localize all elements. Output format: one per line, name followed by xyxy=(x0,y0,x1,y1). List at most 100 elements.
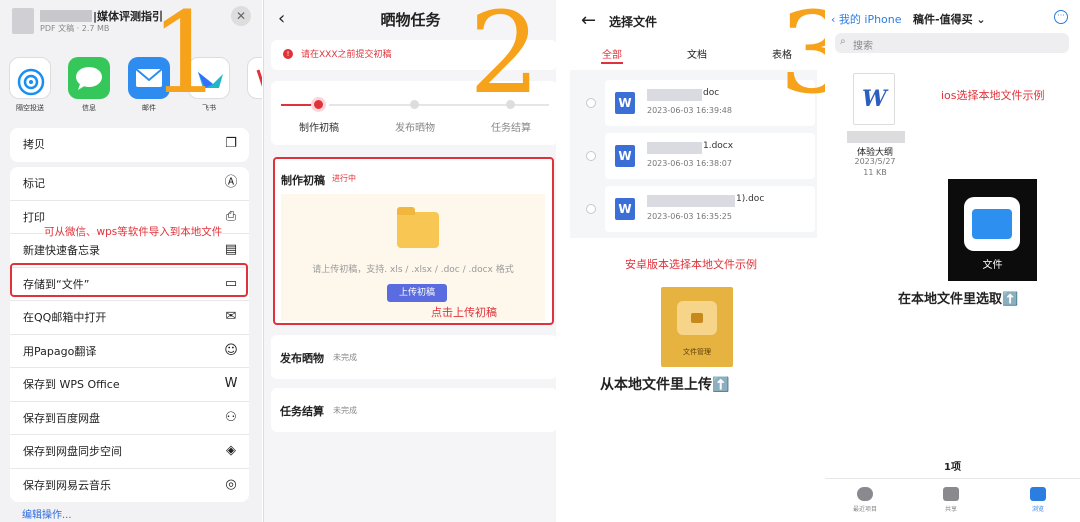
close-button[interactable]: ✕ xyxy=(231,6,251,26)
section-title: 任务结算 xyxy=(280,405,324,418)
file-date: 2023-06-03 16:39:48 xyxy=(647,106,732,115)
section-settlement[interactable]: 任务结算 未完成 xyxy=(271,388,556,432)
file-name-suffix: doc xyxy=(703,88,720,98)
blurred-filename xyxy=(847,131,905,143)
menu-item-save-to-files[interactable]: 存储到“文件” ▭ xyxy=(10,268,249,301)
caption-pick-from-local: 在本地文件里选取⬆️ xyxy=(898,292,1019,307)
tab-all[interactable]: 全部 xyxy=(602,46,622,61)
word-file-icon: W xyxy=(615,198,635,220)
copy-icon: ❐ xyxy=(225,136,237,151)
step-number-3: 3 xyxy=(779,0,825,119)
menu-group-copy: 拷贝 ❐ xyxy=(10,128,249,162)
folder-title[interactable]: 稿件-值得买 ⌄ xyxy=(913,11,986,27)
shared-folder-icon xyxy=(943,487,959,501)
print-icon: ⎙ xyxy=(225,208,237,224)
annotation-click-upload: 点击上传初稿 xyxy=(431,306,497,319)
menu-item-label: 拷贝 xyxy=(23,138,45,151)
app-label: WP xyxy=(238,103,262,111)
file-name-suffix: 1).doc xyxy=(736,194,765,204)
caption-upload-from-local: 从本地文件里上传⬆️ xyxy=(600,377,730,393)
menu-item-copy[interactable]: 拷贝 ❐ xyxy=(10,128,249,162)
step-label[interactable]: 任务结算 xyxy=(491,119,531,134)
browse-folder-icon xyxy=(1030,487,1046,501)
blurred-filename xyxy=(647,142,702,154)
active-tab-indicator xyxy=(601,62,623,64)
menu-item-papago[interactable]: 用Papago翻译 ☺ xyxy=(10,335,249,368)
folder-icon xyxy=(397,207,439,248)
edit-actions-link[interactable]: 编辑操作... xyxy=(22,506,72,521)
blurred-filename xyxy=(647,89,702,101)
clock-icon xyxy=(857,487,873,501)
markup-icon: Ⓐ xyxy=(224,175,238,190)
document-date: 2023/5/27 xyxy=(854,157,896,166)
word-file-icon: W xyxy=(615,145,635,167)
annotation-import: 可从微信、wps等软件导入到本地文件 xyxy=(44,224,223,239)
baidu-pan-icon: ⚇ xyxy=(225,409,237,425)
menu-item-quick-note[interactable]: 新建快速备忘录 ▤ xyxy=(10,234,249,268)
status-badge: 进行中 xyxy=(332,174,356,183)
airdrop-icon xyxy=(9,57,51,99)
tab-label: 最近项目 xyxy=(852,506,877,513)
back-arrow-icon[interactable]: ← xyxy=(581,10,596,31)
section-title: 发布晒物 xyxy=(280,352,324,365)
menu-item-label: 存储到“文件” xyxy=(23,277,90,291)
menu-item-wps-office[interactable]: 保存到 WPS Office W xyxy=(10,368,249,402)
share-sheet-header: |媒体评测指引 PDF 文稿 · 2.7 MB ✕ xyxy=(0,0,262,44)
menu-item-markup[interactable]: 标记 Ⓐ xyxy=(10,167,249,201)
section-status: 未完成 xyxy=(333,406,357,415)
messages-icon xyxy=(68,57,110,99)
tab-recents[interactable]: 最近项目 xyxy=(845,487,885,513)
upload-area[interactable]: 请上传初稿，支持. xls / .xlsx / .doc / .docx 格式 … xyxy=(281,194,545,321)
menu-item-baidu-pan[interactable]: 保存到百度网盘 ⚇ xyxy=(10,402,249,435)
file-thumbnail xyxy=(12,8,34,34)
share-app-row: 隔空投送 信息 邮件 飞书 WP xyxy=(0,52,262,120)
step-dot-active xyxy=(314,100,323,109)
step-number-1: 1 xyxy=(150,0,222,119)
menu-item-label: 在QQ邮箱中打开 xyxy=(23,311,107,324)
menu-item-netease-music[interactable]: 保存到网易云音乐 ◎ xyxy=(10,469,249,503)
word-document-icon[interactable]: W xyxy=(853,73,895,125)
tab-documents[interactable]: 文档 xyxy=(687,46,707,61)
menu-group-actions: 标记 Ⓐ 打印 ⎙ 新建快速备忘录 ▤ 存储到“文件” ▭ 在QQ邮箱中打开 ✉ 用Pap… xyxy=(10,167,249,502)
step-label[interactable]: 制作初稿 xyxy=(299,119,339,134)
menu-item-open-qq-mail[interactable]: 在QQ邮箱中打开 ✉ xyxy=(10,301,249,335)
file-name-suffix: 1.docx xyxy=(703,141,734,151)
app-label: 信息 xyxy=(82,104,96,112)
ios-files-panel: ‹ 我的 iPhone 稿件-值得买 ⌄ ··· ⌕ 搜索 W 体验大纲 202… xyxy=(825,0,1080,522)
files-app-icon: 文件 xyxy=(948,179,1037,281)
app-label: 隔空投送 xyxy=(16,104,44,112)
menu-item-label: 保存到网盘同步空间 xyxy=(23,445,122,458)
tab-shared[interactable]: 共享 xyxy=(931,487,971,513)
file-manager-app-icon: 文件管理 xyxy=(661,287,733,367)
document-size: 11 KB xyxy=(863,168,887,177)
android-file-picker-panel: ← 选择文件 全部 文档 表格 W doc 2023-06-03 16:39:4… xyxy=(557,0,825,522)
menu-item-label: 新建快速备忘录 xyxy=(23,244,100,257)
file-row[interactable]: W 1).doc 2023-06-03 16:35:25 xyxy=(605,186,815,232)
share-app-wps[interactable]: WP xyxy=(238,57,262,111)
upload-draft-button[interactable]: 上传初稿 xyxy=(387,284,447,302)
annotation-android: 安卓版本选择本地文件示例 xyxy=(625,258,757,271)
search-field[interactable]: ⌕ 搜索 xyxy=(835,33,1069,53)
back-to-iphone-link[interactable]: ‹ 我的 iPhone xyxy=(831,11,902,27)
netease-music-icon: ◎ xyxy=(225,476,237,492)
quick-note-icon: ▤ xyxy=(224,242,238,257)
share-app-airdrop[interactable]: 隔空投送 xyxy=(0,57,60,113)
ios-tab-bar: 最近项目 共享 浏览 xyxy=(825,478,1080,522)
more-icon[interactable]: ··· xyxy=(1054,10,1068,24)
menu-item-sync-space[interactable]: 保存到网盘同步空间 ◈ xyxy=(10,435,249,469)
file-radio[interactable] xyxy=(586,98,596,108)
file-radio[interactable] xyxy=(586,204,596,214)
file-row[interactable]: W 1.docx 2023-06-03 16:38:07 xyxy=(605,133,815,179)
tab-browse[interactable]: 浏览 xyxy=(1018,487,1058,513)
menu-item-label: 保存到百度网盘 xyxy=(23,411,100,425)
menu-item-label: 用Papago翻译 xyxy=(23,344,97,358)
wps-icon xyxy=(247,57,262,99)
section-publish[interactable]: 发布晒物 未完成 xyxy=(271,335,556,379)
tab-label: 共享 xyxy=(944,506,957,513)
file-date: 2023-06-03 16:35:25 xyxy=(647,212,732,221)
files-app-label: 文件 xyxy=(982,260,1003,271)
step-label[interactable]: 发布晒物 xyxy=(395,119,435,134)
share-app-messages[interactable]: 信息 xyxy=(59,57,119,113)
file-radio[interactable] xyxy=(586,151,596,161)
notice-text: 请在XXX之前提交初稿 xyxy=(301,50,392,60)
